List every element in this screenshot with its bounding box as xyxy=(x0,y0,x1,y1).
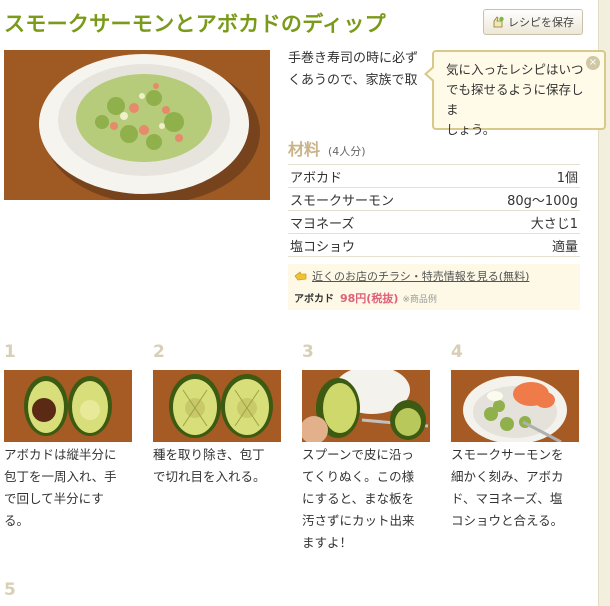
step-line: 包丁を一周入れ、手 xyxy=(4,469,117,484)
step-line: にすると、まな板を xyxy=(302,491,415,506)
hand-point-icon xyxy=(294,271,307,281)
promo-item: アボカド xyxy=(294,294,334,305)
recipe-title: スモークサーモンとアボカドのディップ xyxy=(4,12,386,36)
servings-label: (4人分) xyxy=(328,145,366,158)
step-3-photo xyxy=(302,370,430,442)
close-icon[interactable]: × xyxy=(586,56,600,70)
tooltip-line: でも探せるように保存しま xyxy=(446,82,584,117)
step-line: で回して半分にす xyxy=(4,491,104,506)
step-text: スモークサーモンを 細かく刻み、アボカ ド、マヨネーズ、塩 コショウと合える。 xyxy=(451,444,579,532)
recipe-main-photo xyxy=(4,50,270,200)
step-4-photo xyxy=(451,370,579,442)
step-line: てくりぬく。この様 xyxy=(302,469,415,484)
step-line: ド、マヨネーズ、塩 xyxy=(451,491,563,506)
description-line: くあうので、家族で取 xyxy=(288,73,418,88)
save-recipe-button[interactable]: レシピを保存 xyxy=(483,9,583,35)
tooltip-line: しょう。 xyxy=(446,122,496,137)
store-flyer-link[interactable]: 近くのお店のチラシ・特売情報を見る(無料) xyxy=(294,268,574,284)
promo-price: 98円(税抜) xyxy=(340,292,399,305)
store-promo-box: 近くのお店のチラシ・特売情報を見る(無料) アボカド 98円(税抜) ※商品例 xyxy=(288,264,580,310)
save-recipe-label: レシピを保存 xyxy=(508,16,574,29)
step-line: コショウと合える。 xyxy=(451,513,564,528)
step-2-photo xyxy=(153,370,281,442)
ingredients-table: アボカド 1個 スモークサーモン 80g〜100g マヨネーズ 大さじ1 塩コシ… xyxy=(288,164,580,257)
store-flyer-link-text: 近くのお店のチラシ・特売情報を見る(無料) xyxy=(312,270,530,283)
tooltip-line: 気に入ったレシピはいつ xyxy=(446,62,584,77)
ingredient-name: マヨネーズ xyxy=(288,210,461,234)
step-line: 種を取り除き、包丁 xyxy=(153,447,265,462)
ingredient-row: 塩コショウ 適量 xyxy=(288,233,580,257)
ingredient-row: スモークサーモン 80g〜100g xyxy=(288,187,580,211)
ingredients-heading: 材料 (4人分) xyxy=(288,136,366,160)
step-number: 5 xyxy=(4,580,16,600)
save-tooltip: × 気に入ったレシピはいつ でも探せるように保存しま しょう。 xyxy=(424,50,606,137)
step-number: 4 xyxy=(451,342,463,362)
bookmark-hand-icon xyxy=(493,16,504,28)
ingredient-amount: 適量 xyxy=(460,233,580,257)
step-line: スモークサーモンを xyxy=(451,447,564,462)
step-line: 細かく刻み、アボカ xyxy=(451,469,564,484)
step-number: 1 xyxy=(4,342,16,362)
promo-note: ※商品例 xyxy=(402,295,437,305)
step-text: 種を取り除き、包丁 で切れ目を入れる。 xyxy=(153,444,281,488)
step-1-photo xyxy=(4,370,132,442)
ingredients-title: 材料 xyxy=(288,140,321,159)
ingredient-row: マヨネーズ 大さじ1 xyxy=(288,210,580,234)
ingredient-amount: 80g〜100g xyxy=(460,187,580,211)
recipe-description: 手巻き寿司の時に必ず くあうので、家族で取 xyxy=(288,48,438,92)
ingredient-row: アボカド 1個 xyxy=(288,164,580,188)
step-number: 2 xyxy=(153,342,165,362)
step-number: 3 xyxy=(302,342,314,362)
step-line: 汚さずにカット出来 xyxy=(302,513,415,528)
step-line: ますよ！ xyxy=(302,535,353,550)
step-text: アボカドは縦半分に 包丁を一周入れ、手 で回して半分にす る。 xyxy=(4,444,132,532)
step-line: スプーンで皮に沿っ xyxy=(302,447,414,462)
ingredient-name: アボカド xyxy=(288,164,461,188)
ingredient-name: スモークサーモン xyxy=(288,187,461,211)
step-line: で切れ目を入れる。 xyxy=(153,469,266,484)
promo-price-line: アボカド 98円(税抜) ※商品例 xyxy=(294,290,574,306)
step-text: スプーンで皮に沿っ てくりぬく。この様 にすると、まな板を 汚さずにカット出来 … xyxy=(302,444,430,554)
step-line: アボカドは縦半分に xyxy=(4,447,117,462)
step-line: る。 xyxy=(4,513,30,528)
ingredient-amount: 1個 xyxy=(460,164,580,188)
description-line: 手巻き寿司の時に必ず xyxy=(288,51,419,66)
ingredient-amount: 大さじ1 xyxy=(460,210,580,234)
ingredient-name: 塩コショウ xyxy=(288,233,461,257)
